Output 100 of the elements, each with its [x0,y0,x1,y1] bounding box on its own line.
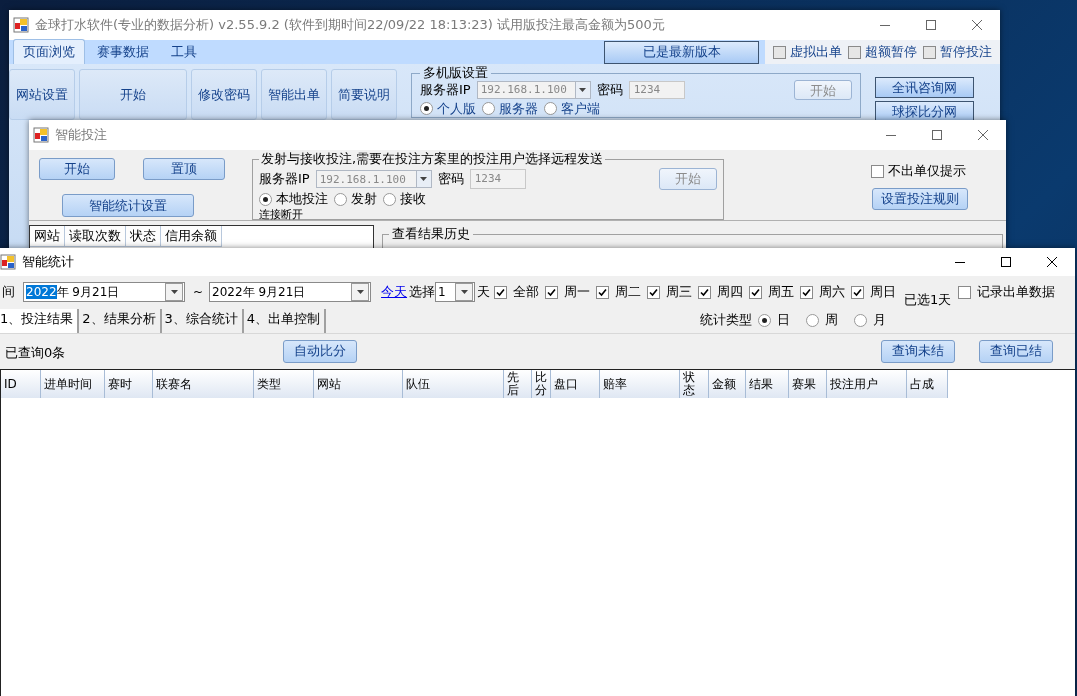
check-mark-icon [598,287,608,297]
link-button[interactable]: 球探比分网 [875,101,974,122]
checkbox-label: 周六 [819,283,846,301]
column-header[interactable]: 赛果 [789,370,827,398]
range-separator: ~ [193,285,204,299]
group-title: 多机版设置 [422,66,489,80]
query-button[interactable]: 查询已结 [979,339,1053,363]
check-mark-icon [496,287,506,297]
column-header[interactable]: 网站 [314,370,403,398]
rules-button[interactable]: 设置投注规则 [872,188,968,210]
column-header[interactable]: 占成 [907,370,948,398]
caret-icon [420,177,428,181]
days-combo[interactable]: 1 [435,282,476,302]
menu-tab[interactable]: 工具 [161,39,207,64]
checkbox[interactable] [923,45,936,59]
action-button[interactable]: 置顶 [143,158,225,180]
radio-label: 日 [777,311,791,329]
radio-label: 接收 [400,190,426,208]
check-mark-icon [649,287,659,297]
checkbox[interactable] [800,285,814,299]
column-header: 状态 [126,226,161,247]
toolbar-button[interactable]: 网站设置 [9,69,75,120]
checkbox-label: 周二 [615,283,642,301]
checkbox-label: 全部 [513,283,540,301]
tab[interactable]: 1、投注结果 [0,309,80,333]
connection-status: 连接断开 [259,209,304,221]
column-header[interactable]: 投注用户 [827,370,907,398]
radio-button[interactable] [334,192,347,206]
column-header[interactable]: 赛时 [105,370,153,398]
checkbox-label: 周日 [870,283,897,301]
radio-label: 发射 [351,190,377,208]
group-title: 发射与接收投注,需要在投注方案里的投注用户选择远程发送 [260,150,605,168]
query-button[interactable]: 查询未结 [881,339,955,363]
checkbox[interactable] [647,285,661,299]
checkbox[interactable] [958,285,971,299]
column-header[interactable]: 状态 [680,370,709,398]
radio-button[interactable] [420,102,433,115]
checkbox[interactable] [494,285,508,299]
checkbox-label: 超额暂停 [865,43,917,61]
tab[interactable]: 2、结果分析 [82,309,162,333]
close-icon[interactable] [1047,257,1057,267]
app-icon [33,127,49,143]
checkbox[interactable] [773,45,786,59]
toolbar-button[interactable]: 智能出单 [261,69,327,120]
checkbox[interactable] [698,285,712,299]
radio-button[interactable] [482,102,495,115]
date-picker[interactable]: 2022年 9月21日 [23,282,185,302]
radio-button[interactable] [854,313,868,327]
checkbox-label: 暂停投注 [940,43,992,61]
update-button[interactable]: 已是最新版本 [604,40,759,64]
selected-days-text: 已选1天 [904,291,952,309]
checkbox[interactable] [851,285,865,299]
field-label: 密码 [596,80,623,99]
group-title: 查看结果历史 [391,225,471,243]
column-header[interactable]: ID [1,370,41,398]
link-button[interactable]: 全讯咨询网 [875,77,974,98]
settings-button[interactable]: 智能统计设置 [62,194,194,217]
check-mark-icon [751,287,761,297]
column-header[interactable]: 赔率 [600,370,680,398]
column-header[interactable]: 进单时间 [41,370,105,398]
column-header[interactable]: 先后 [504,370,532,398]
radio-button[interactable] [383,192,396,206]
checkbox[interactable] [848,45,861,59]
column-header[interactable]: 结果 [746,370,789,398]
radio-button[interactable] [259,192,272,206]
toolbar-button[interactable]: 开始 [79,69,187,120]
maximize-icon[interactable] [1001,257,1011,267]
toolbar-button[interactable]: 简要说明 [331,69,397,120]
radio-button[interactable] [806,313,820,327]
checkbox-label: 周四 [717,283,744,301]
column-header[interactable]: 类型 [254,370,314,398]
menu-tab[interactable]: 页面浏览 [13,39,85,64]
action-button[interactable]: 开始 [39,158,115,180]
toolbar-button[interactable]: 修改密码 [191,69,257,120]
checkbox[interactable] [871,164,884,178]
tab[interactable]: 4、出单控制 [246,309,327,333]
checkbox[interactable] [749,285,763,299]
column-header[interactable]: 比分 [532,370,551,398]
today-link[interactable]: 今天 [381,283,408,301]
radio-label: 个人版 [437,101,476,116]
tab[interactable]: 3、综合统计 [164,309,244,333]
field-label: 天 [477,283,491,301]
checkbox-label: 周三 [666,283,693,301]
radio-button[interactable] [758,313,772,327]
window-title: 金球打水软件(专业的数据分析) v2.55.9.2 (软件到期时间22/09/22 18:13:23) 试用版投注最高金额为500元 [35,16,665,34]
radio-label: 周 [825,311,839,329]
checkbox[interactable] [545,285,559,299]
checkbox[interactable] [596,285,610,299]
column-header[interactable]: 联赛名 [153,370,254,398]
column-header: 读取次数 [65,226,126,247]
column-header[interactable]: 盘口 [551,370,600,398]
auto-score-button[interactable]: 自动比分 [283,339,358,363]
date-picker[interactable]: 2022年 9月21日 [209,282,372,302]
menu-tab[interactable]: 赛事数据 [87,39,159,64]
window-title: 智能投注 [55,126,107,144]
column-header[interactable]: 金额 [709,370,746,398]
field-label: 密码 [437,170,464,188]
column-header[interactable]: 队伍 [403,370,504,398]
radio-button[interactable] [544,102,557,115]
checkbox-label: 记录出单数据 [977,283,1055,301]
